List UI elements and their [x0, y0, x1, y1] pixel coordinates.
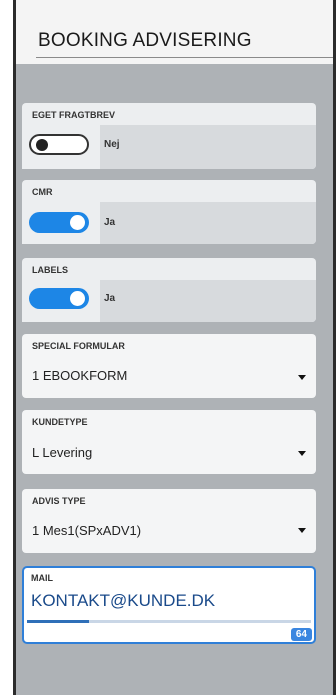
caret-down-icon	[298, 375, 306, 380]
caret-down-icon	[298, 451, 306, 456]
special-formular-select[interactable]: SPECIAL FORMULAR 1 EBOOKFORM	[22, 334, 316, 398]
kundetype-value: L Levering	[32, 445, 93, 460]
cmr-label: CMR	[32, 187, 53, 197]
page-header: BOOKING ADVISERING	[16, 0, 333, 64]
advis-type-label: ADVIS TYPE	[32, 496, 86, 506]
labels-field: LABELS Ja	[22, 258, 316, 322]
eget-fragtbrev-toggle[interactable]	[29, 134, 89, 155]
eget-fragtbrev-label: EGET FRAGTBREV	[32, 110, 116, 120]
cmr-field: CMR Ja	[22, 180, 316, 244]
toggle-knob	[70, 215, 85, 230]
kundetype-label: KUNDETYPE	[32, 417, 88, 427]
header-divider	[36, 57, 333, 58]
mail-length-bar	[27, 620, 311, 623]
mail-length-fill	[27, 620, 90, 623]
cmr-toggle[interactable]	[29, 212, 89, 233]
mail-label: MAIL	[31, 573, 53, 583]
cmr-value: Ja	[104, 217, 116, 228]
mail-char-counter: 64	[290, 628, 312, 641]
eget-fragtbrev-field: EGET FRAGTBREV Nej	[22, 103, 316, 169]
labels-label: LABELS	[32, 265, 68, 275]
special-formular-label: SPECIAL FORMULAR	[32, 341, 125, 351]
page-title: BOOKING ADVISERING	[38, 30, 252, 51]
toggle-knob	[36, 139, 48, 151]
kundetype-select[interactable]: KUNDETYPE L Levering	[22, 410, 316, 474]
eget-fragtbrev-value: Nej	[104, 139, 120, 150]
mail-field[interactable]: MAIL KONTAKT@KUNDE.DK 64	[22, 566, 316, 644]
caret-down-icon	[298, 528, 306, 533]
toggle-knob	[70, 291, 85, 306]
mail-input[interactable]: KONTAKT@KUNDE.DK	[31, 591, 215, 611]
labels-value: Ja	[104, 293, 116, 304]
special-formular-value: 1 EBOOKFORM	[32, 368, 128, 383]
advis-type-value: 1 Mes1(SPxADV1)	[32, 523, 142, 538]
advis-type-select[interactable]: ADVIS TYPE 1 Mes1(SPxADV1)	[22, 489, 316, 553]
labels-toggle[interactable]	[29, 288, 89, 309]
